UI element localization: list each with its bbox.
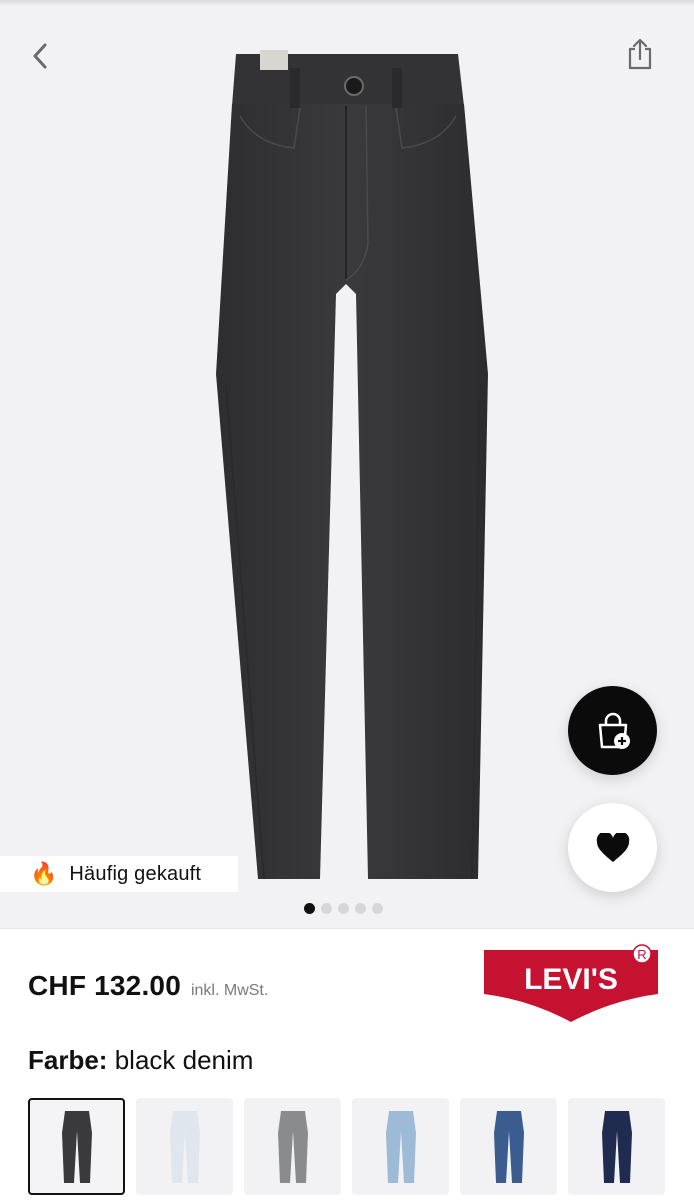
popular-badge: 🔥 Häufig gekauft xyxy=(0,856,238,892)
brand-logo[interactable]: LEVI'S R xyxy=(482,944,664,1024)
bag-plus-icon xyxy=(598,712,630,749)
add-to-cart-button[interactable] xyxy=(568,686,657,775)
color-swatches[interactable] xyxy=(28,1098,665,1195)
pagination-dot[interactable] xyxy=(372,902,383,914)
swatch-jeans-thumbnail xyxy=(169,1110,200,1183)
pagination-dot[interactable] xyxy=(304,902,315,914)
back-button[interactable] xyxy=(22,36,58,76)
product-image xyxy=(216,50,488,880)
share-button[interactable] xyxy=(620,34,660,74)
color-swatch[interactable] xyxy=(568,1098,665,1195)
svg-text:R: R xyxy=(637,947,646,962)
color-swatch[interactable] xyxy=(28,1098,125,1195)
swatch-jeans-thumbnail xyxy=(493,1110,524,1183)
pagination-dot[interactable] xyxy=(321,902,332,914)
swatch-jeans-thumbnail xyxy=(61,1110,92,1183)
badge-text: Häufig gekauft xyxy=(69,862,202,885)
brand-name: LEVI'S xyxy=(524,963,618,996)
heart-icon xyxy=(596,832,629,862)
status-shadow xyxy=(0,0,694,6)
color-swatch[interactable] xyxy=(460,1098,557,1195)
chevron-left-icon xyxy=(33,43,47,69)
pagination-dot[interactable] xyxy=(355,902,366,914)
color-value: black denim xyxy=(114,1045,254,1075)
vat-note: inkl. MwSt. xyxy=(190,982,269,999)
fire-icon: 🔥 xyxy=(30,861,58,886)
color-label-row: Farbe: black denim xyxy=(28,1045,253,1076)
product-image-gallery[interactable]: 🔥 Häufig gekauft xyxy=(0,0,694,929)
price-row: CHF 132.00 inkl. MwSt. xyxy=(28,970,268,1002)
swatch-jeans-thumbnail xyxy=(601,1110,632,1183)
color-label: Farbe: xyxy=(28,1045,108,1075)
image-pagination[interactable] xyxy=(304,902,383,914)
share-icon xyxy=(628,38,652,70)
swatch-jeans-thumbnail xyxy=(277,1110,308,1183)
wishlist-button[interactable] xyxy=(568,803,657,892)
color-swatch[interactable] xyxy=(244,1098,341,1195)
swatch-jeans-thumbnail xyxy=(385,1110,416,1183)
color-swatch[interactable] xyxy=(136,1098,233,1195)
pagination-dot[interactable] xyxy=(338,902,349,914)
product-price: CHF 132.00 xyxy=(28,970,181,1001)
color-swatch[interactable] xyxy=(352,1098,449,1195)
